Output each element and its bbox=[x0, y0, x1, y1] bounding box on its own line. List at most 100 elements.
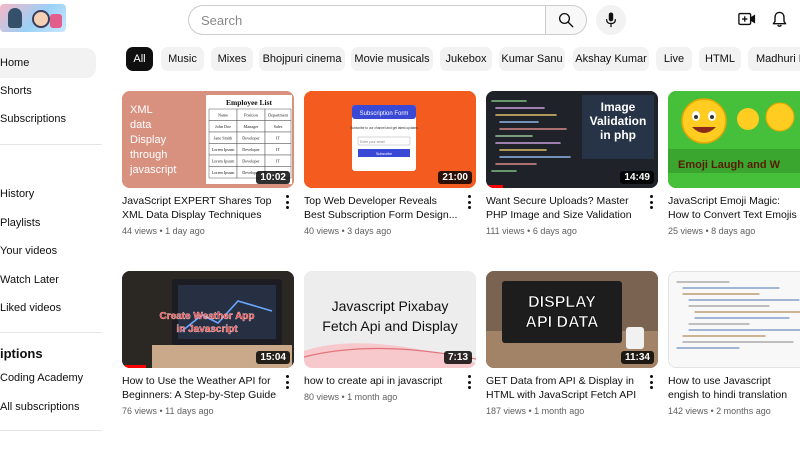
search-button[interactable] bbox=[545, 5, 587, 35]
search-icon bbox=[558, 12, 574, 28]
sidebar-item-coding-academy[interactable]: Coding Academy bbox=[0, 363, 96, 393]
chip-all[interactable]: All bbox=[126, 47, 153, 71]
more-options-icon[interactable] bbox=[646, 375, 656, 389]
thumb-table: Name Position Department John Doe Manager Sal… bbox=[208, 108, 292, 179]
thumb-title-line: in Javascript bbox=[176, 324, 238, 335]
sidebar-item-label: History bbox=[0, 188, 35, 200]
thumb-line: XML bbox=[130, 104, 153, 116]
notifications-button[interactable] bbox=[768, 8, 790, 30]
sidebar-item-label: Liked videos bbox=[0, 302, 62, 314]
thumb-title-line: Emoji Laugh and W bbox=[678, 159, 781, 171]
sidebar-divider bbox=[0, 430, 102, 431]
chip-akshay-kumar[interactable]: Akshay Kumar bbox=[573, 47, 649, 71]
more-options-icon[interactable] bbox=[282, 375, 292, 389]
video-duration: 15:04 bbox=[256, 351, 290, 364]
thumb-line: data bbox=[130, 119, 152, 131]
video-title[interactable]: Want Secure Uploads? Master PHP Image an… bbox=[486, 194, 641, 222]
video-meta: 44 views • 1 day ago bbox=[122, 226, 205, 236]
video-title[interactable]: GET Data from API & Display in HTML with… bbox=[486, 374, 641, 402]
sidebar-item-label: Home bbox=[0, 57, 30, 69]
sidebar-item-label: Coding Academy bbox=[0, 372, 84, 384]
video-thumbnail[interactable]: Image Validation in php 14:49 bbox=[486, 91, 658, 188]
chip-madhuri[interactable]: Madhuri D bbox=[748, 47, 800, 71]
chip-music[interactable]: Music bbox=[161, 47, 204, 71]
sidebar-item-history[interactable]: History bbox=[0, 179, 96, 209]
create-icon bbox=[738, 12, 756, 26]
video-thumbnail[interactable]: Emoji Laugh and W bbox=[668, 91, 800, 188]
video-meta: 80 views • 1 month ago bbox=[304, 392, 398, 402]
sidebar-item-label: All subscriptions bbox=[0, 401, 80, 413]
chip-movie-musicals[interactable]: Movie musicals bbox=[351, 47, 433, 71]
video-thumbnail[interactable]: Subscription Form Subscribe to our chann… bbox=[304, 91, 476, 188]
thumb-table-text: Department bbox=[268, 113, 289, 118]
video-title[interactable]: JavaScript Emoji Magic: How to Convert T… bbox=[668, 194, 800, 222]
video-thumbnail[interactable]: Create Weather App in Javascript 15:04 bbox=[122, 271, 294, 368]
thumb-table-text: IT bbox=[276, 147, 280, 152]
video-meta: 76 views • 11 days ago bbox=[122, 406, 214, 416]
sidebar-item-label: Subscriptions bbox=[0, 113, 67, 125]
thumb-form-button: Subscribe bbox=[376, 152, 392, 156]
logo-figure bbox=[32, 10, 50, 28]
bell-icon bbox=[772, 11, 786, 27]
more-options-icon[interactable] bbox=[646, 195, 656, 209]
thumbnail-art bbox=[669, 272, 800, 367]
video-title[interactable]: Top Web Developer Reveals Best Subscript… bbox=[304, 194, 459, 222]
sidebar-item-playlists[interactable]: Playlists bbox=[0, 208, 96, 238]
video-title[interactable]: JavaScript EXPERT Shares Top XML Data Di… bbox=[122, 194, 277, 222]
thumb-table-text: Developer bbox=[242, 136, 260, 141]
sidebar-item-subscriptions[interactable]: Subscriptions bbox=[0, 104, 96, 134]
sidebar-item-label: Shorts bbox=[0, 85, 32, 97]
youtube-home: Home Shorts Subscriptions History Playli… bbox=[0, 0, 800, 450]
create-button[interactable] bbox=[736, 8, 758, 30]
thumb-line: Display bbox=[130, 134, 167, 146]
video-duration: 7:13 bbox=[443, 351, 472, 364]
video-title[interactable]: How to use Javascript engish to hindi tr… bbox=[668, 374, 800, 402]
thumb-form-title: Subscription Form bbox=[360, 111, 409, 117]
video-meta: 25 views • 8 days ago bbox=[668, 226, 756, 236]
thumb-table-text: IT bbox=[276, 159, 280, 164]
more-options-icon[interactable] bbox=[464, 195, 474, 209]
thumb-table-text: Lorem Ipsum bbox=[212, 159, 235, 164]
thumb-title-line: DISPLAY bbox=[528, 294, 596, 311]
search-input[interactable] bbox=[189, 6, 546, 34]
logo-figure bbox=[50, 14, 62, 28]
sidebar-item-your-videos[interactable]: Your videos bbox=[0, 236, 96, 266]
thumb-form-placeholder: Enter your email bbox=[360, 140, 385, 144]
video-thumbnail[interactable] bbox=[668, 271, 800, 368]
thumb-title-line: Image bbox=[601, 100, 636, 114]
chip-html[interactable]: HTML bbox=[699, 47, 741, 71]
sidebar: Home Shorts Subscriptions History Playli… bbox=[0, 46, 104, 450]
thumb-title-line: Create Weather App bbox=[159, 311, 254, 322]
thumb-title-line: Fetch Api and Display bbox=[322, 318, 457, 334]
video-thumbnail[interactable]: XML data Display through javascript Empl… bbox=[122, 91, 294, 188]
channel-logo[interactable] bbox=[0, 4, 66, 32]
thumb-table-text: IT bbox=[276, 136, 280, 141]
thumb-table-text: Developer bbox=[242, 147, 260, 152]
sidebar-item-liked-videos[interactable]: Liked videos bbox=[0, 293, 96, 323]
chip-kumar-sanu[interactable]: Kumar Sanu bbox=[499, 47, 565, 71]
sidebar-item-label: Watch Later bbox=[0, 274, 59, 286]
chip-mixes[interactable]: Mixes bbox=[211, 47, 253, 71]
thumb-title-line: API DATA bbox=[525, 314, 599, 331]
more-options-icon[interactable] bbox=[282, 195, 292, 209]
thumb-table-text: Jane Smith bbox=[214, 136, 233, 141]
thumb-line: through bbox=[130, 149, 167, 161]
chip-live[interactable]: Live bbox=[656, 47, 692, 71]
sidebar-item-watch-later[interactable]: Watch Later bbox=[0, 265, 96, 295]
video-title[interactable]: how to create api in javascript bbox=[304, 374, 459, 388]
video-thumbnail[interactable]: Javascript Pixabay Fetch Api and Display… bbox=[304, 271, 476, 368]
subscriptions-heading: iptions bbox=[0, 346, 43, 361]
voice-search-button[interactable] bbox=[596, 5, 626, 35]
more-options-icon[interactable] bbox=[464, 375, 474, 389]
video-meta: 40 views • 3 days ago bbox=[304, 226, 392, 236]
chip-bhojpuri-cinema[interactable]: Bhojpuri cinema bbox=[259, 47, 345, 71]
sidebar-item-shorts[interactable]: Shorts bbox=[0, 76, 96, 106]
sidebar-item-home[interactable]: Home bbox=[0, 48, 96, 78]
filter-chips: All Music Mixes Bhojpuri cinema Movie mu… bbox=[126, 47, 800, 71]
video-meta: 111 views • 6 days ago bbox=[486, 226, 577, 236]
video-title[interactable]: How to Use the Weather API for Beginners… bbox=[122, 374, 277, 402]
sidebar-item-all-subscriptions[interactable]: All subscriptions bbox=[0, 392, 96, 422]
chip-jukebox[interactable]: Jukebox bbox=[440, 47, 492, 71]
video-meta: 187 views • 1 month ago bbox=[486, 406, 585, 416]
video-thumbnail[interactable]: DISPLAY API DATA 11:34 bbox=[486, 271, 658, 368]
